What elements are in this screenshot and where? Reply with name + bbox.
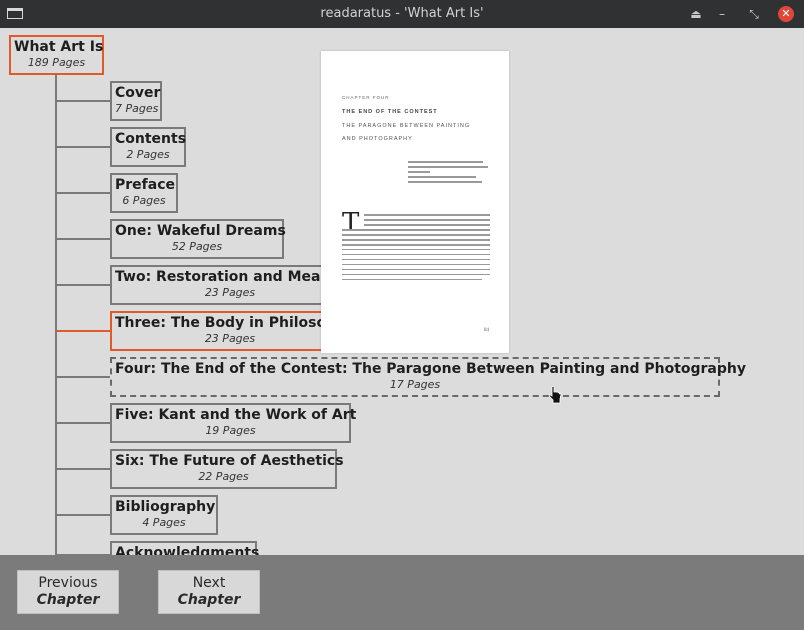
chapter-title: Two: Restoration and Meani [115, 269, 336, 285]
preview-page-number: 84 [484, 328, 489, 333]
chapter-page-count: 4 Pages [142, 516, 186, 529]
chapter-node-one[interactable]: One: Wakeful Dreams 52 Pages [110, 219, 286, 259]
previous-chapter-button[interactable]: Previous Chapter [17, 570, 119, 614]
close-icon[interactable]: ✕ [778, 6, 794, 22]
tree-branch-active [57, 330, 111, 332]
chapter-page-count: 23 Pages [204, 286, 256, 299]
tree-branch [57, 100, 111, 102]
preview-heading: THE END OF THE CONTEST [342, 109, 438, 115]
chapter-page-count: 7 Pages [115, 102, 159, 115]
book-root-node[interactable]: What Art Is 189 Pages [9, 35, 104, 75]
chapter-title: Acknowledgments [115, 545, 260, 555]
preview-subheading: AND PHOTOGRAPHY [342, 136, 413, 142]
eject-icon[interactable]: ⏏ [688, 6, 704, 22]
tree-trunk-active [55, 74, 57, 330]
chapter-page-count: 17 Pages [389, 378, 441, 391]
tree-branch [57, 238, 111, 240]
chapter-page-count: 22 Pages [198, 470, 249, 483]
tree-trunk [55, 330, 57, 555]
tree-branch [57, 192, 111, 194]
chapter-page-count: 19 Pages [205, 424, 256, 437]
mouse-pointer-icon [548, 386, 562, 404]
chapter-node-four[interactable]: Four: The End of the Contest: The Parago… [110, 357, 746, 397]
chapter-title: Contents [115, 131, 187, 147]
window-title: readaratus - 'What Art Is' [320, 6, 484, 21]
tree-branch [57, 422, 111, 424]
tree-branch [57, 468, 111, 470]
tree-branch [57, 376, 111, 378]
restore-icon[interactable]: ⤡ [746, 6, 762, 22]
chapter-page-count: 6 Pages [122, 194, 166, 207]
chapter-title: Three: The Body in Philosop [115, 315, 337, 331]
app-window: readaratus - 'What Art Is' ⏏ – ⤡ ✕ What … [0, 0, 804, 630]
footer-bar: Previous Chapter Next Chapter [0, 555, 804, 630]
chapter-node-six[interactable]: Six: The Future of Aesthetics 22 Pages [110, 449, 344, 489]
chapter-title: Five: Kant and the Work of Art [115, 407, 357, 423]
minimize-icon[interactable]: – [714, 6, 730, 22]
next-chapter-button[interactable]: Next Chapter [158, 570, 260, 614]
tree-branch [57, 284, 111, 286]
title-bar[interactable]: readaratus - 'What Art Is' ⏏ – ⤡ ✕ [0, 0, 804, 28]
chapter-title: Preface [115, 177, 175, 193]
chapter-title: Bibliography [115, 499, 216, 515]
chapter-node-preface[interactable]: Preface 6 Pages [110, 173, 178, 213]
chapter-node-three[interactable]: Three: The Body in Philosop 23 Pages [110, 311, 350, 351]
tree-branch [57, 514, 111, 516]
preview-subheading: THE PARAGONE BETWEEN PAINTING [342, 123, 471, 129]
preview-chapter-label: CHAPTER FOUR [342, 95, 390, 100]
chapter-node-two[interactable]: Two: Restoration and Meani 23 Pages [110, 265, 350, 305]
book-page-count: 189 Pages [27, 56, 86, 69]
chapter-node-acknowledgments[interactable]: Acknowledgments [110, 541, 260, 555]
chapter-tree-view: What Art Is 189 Pages Cover 7 Pages Cont… [0, 28, 804, 555]
chapter-page-count: 52 Pages [171, 240, 223, 253]
page-preview: CHAPTER FOUR THE END OF THE CONTEST THE … [321, 51, 509, 353]
chapter-node-bibliography[interactable]: Bibliography 4 Pages [110, 495, 218, 535]
chapter-page-count: 2 Pages [126, 148, 170, 161]
tree-branch [57, 146, 111, 148]
chapter-node-cover[interactable]: Cover 7 Pages [110, 81, 162, 121]
preview-epigraph [408, 161, 488, 186]
chapter-title: One: Wakeful Dreams [115, 223, 286, 239]
chapter-title: Six: The Future of Aesthetics [115, 453, 344, 469]
chapter-title: Cover [115, 85, 161, 101]
chapter-title: Four: The End of the Contest: The Parago… [115, 361, 746, 377]
book-title: What Art Is [14, 39, 104, 55]
preview-body-text [342, 214, 490, 284]
chapter-page-count: 23 Pages [204, 332, 256, 345]
chapter-node-five[interactable]: Five: Kant and the Work of Art 19 Pages [110, 403, 357, 443]
chapter-node-contents[interactable]: Contents 2 Pages [110, 127, 186, 167]
